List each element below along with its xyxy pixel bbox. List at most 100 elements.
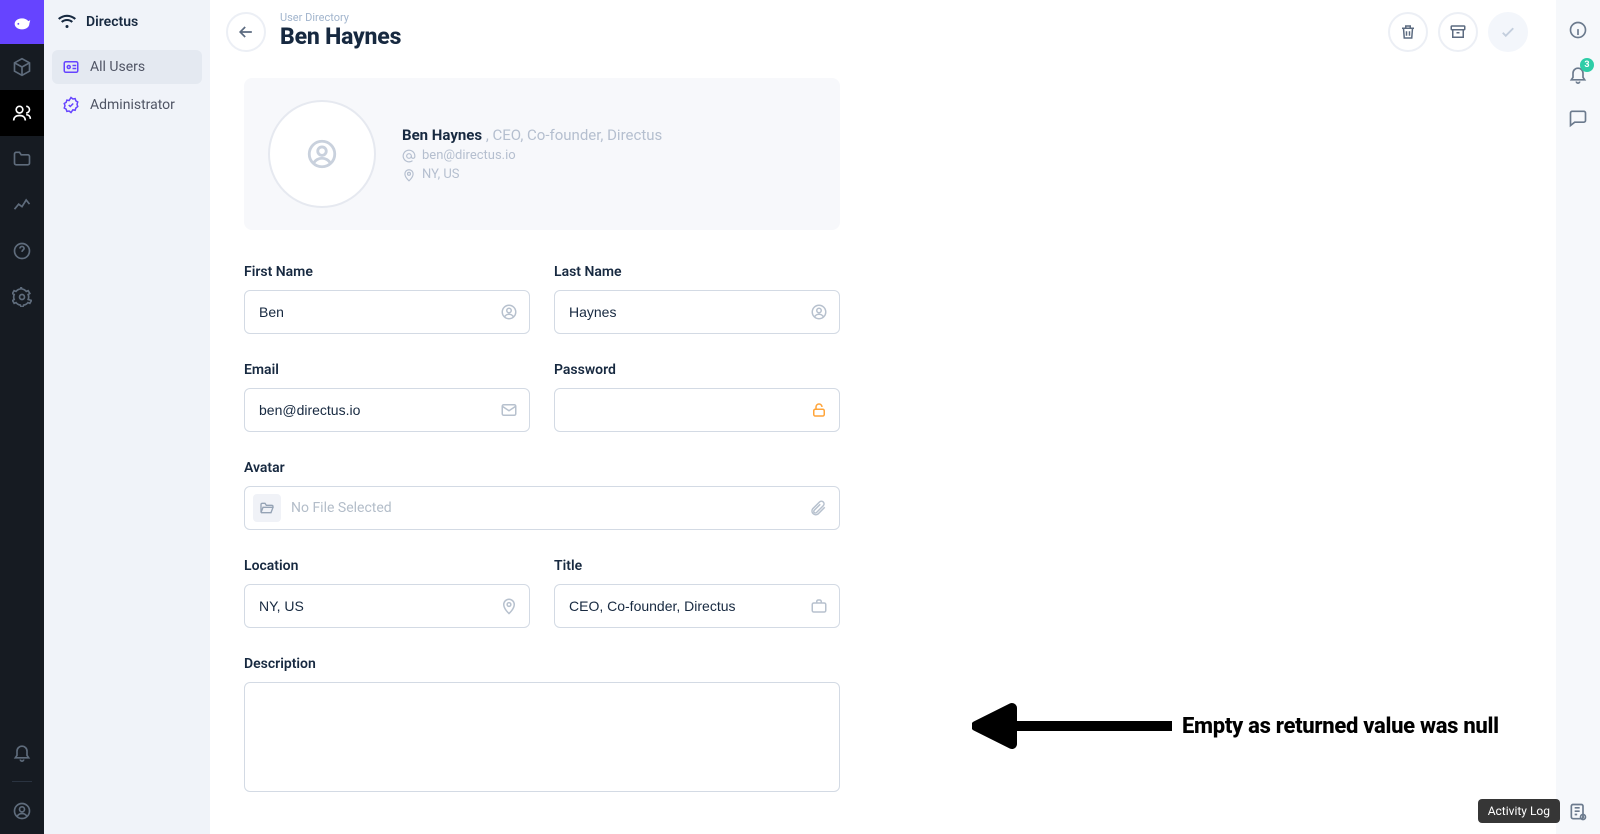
module-notifications[interactable] — [0, 729, 44, 775]
field-title: Title — [554, 558, 840, 628]
save-button — [1488, 12, 1528, 52]
person-icon — [500, 303, 518, 321]
summary-location-row: NY, US — [402, 167, 662, 182]
summary-name-line: Ben Haynes , CEO, Co-founder, Directus — [402, 126, 662, 144]
module-insights[interactable] — [0, 182, 44, 228]
first-name-input[interactable] — [244, 290, 530, 334]
label-description: Description — [244, 656, 840, 672]
brand-label: Directus — [86, 14, 138, 30]
nav-sidebar: Directus All Users Administrator — [44, 0, 210, 834]
comment-icon — [1568, 108, 1588, 128]
nav-item-label: Administrator — [90, 97, 175, 113]
location-input[interactable] — [244, 584, 530, 628]
module-docs[interactable] — [0, 228, 44, 274]
label-location: Location — [244, 558, 530, 574]
field-first-name: First Name — [244, 264, 530, 334]
delete-button[interactable] — [1388, 12, 1428, 52]
divider — [12, 781, 32, 782]
avatar-ring[interactable] — [268, 100, 376, 208]
summary-email: ben@directus.io — [422, 148, 516, 163]
page-title: Ben Haynes — [280, 23, 401, 52]
help-icon — [12, 241, 32, 261]
email-input[interactable] — [244, 388, 530, 432]
badge-icon — [62, 58, 80, 76]
person-icon — [810, 303, 828, 321]
title-input[interactable] — [554, 584, 840, 628]
at-icon — [402, 149, 416, 163]
label-avatar: Avatar — [244, 460, 840, 476]
module-settings[interactable] — [0, 274, 44, 320]
trash-icon — [1399, 23, 1417, 41]
label-first-name: First Name — [244, 264, 530, 280]
insights-icon — [12, 195, 32, 215]
tooltip-activity-log: Activity Log — [1478, 799, 1560, 823]
label-title: Title — [554, 558, 840, 574]
page-header: User Directory Ben Haynes — [210, 0, 1556, 52]
box-icon — [12, 57, 32, 77]
module-content[interactable] — [0, 44, 44, 90]
archive-button[interactable] — [1438, 12, 1478, 52]
pin-icon — [500, 597, 518, 615]
briefcase-icon — [810, 597, 828, 615]
summary-title-suffix: , CEO, Co-founder, Directus — [486, 126, 662, 144]
back-button[interactable] — [226, 12, 266, 52]
paperclip-icon — [809, 499, 827, 517]
util-notifications[interactable]: 3 — [1556, 52, 1600, 96]
nav-header: Directus — [44, 0, 210, 44]
wifi-icon — [58, 13, 76, 31]
main: User Directory Ben Haynes Ben Haynes — [210, 0, 1556, 834]
check-icon — [1499, 23, 1517, 41]
module-rail — [0, 0, 44, 834]
gear-icon — [12, 287, 32, 307]
account-icon — [12, 801, 32, 821]
field-location: Location — [244, 558, 530, 628]
nav-item-all-users[interactable]: All Users — [52, 50, 202, 84]
content: Ben Haynes , CEO, Co-founder, Directus b… — [210, 52, 1556, 792]
util-activity[interactable] — [1556, 790, 1600, 834]
module-users[interactable] — [0, 90, 44, 136]
summary-name: Ben Haynes — [402, 126, 482, 144]
logo[interactable] — [0, 0, 44, 44]
summary-card: Ben Haynes , CEO, Co-founder, Directus b… — [244, 78, 840, 230]
users-icon — [12, 103, 32, 123]
last-name-input[interactable] — [554, 290, 840, 334]
attach-button[interactable] — [809, 499, 827, 517]
field-avatar: Avatar No File Selected — [244, 460, 840, 530]
summary-email-row: ben@directus.io — [402, 148, 662, 163]
avatar-placeholder: No File Selected — [291, 500, 392, 516]
module-account[interactable] — [0, 788, 44, 834]
lock-icon — [810, 401, 828, 419]
field-password: Password — [554, 362, 840, 432]
archive-icon — [1449, 23, 1467, 41]
field-description: Description — [244, 656, 840, 792]
field-last-name: Last Name — [554, 264, 840, 334]
folder-open-icon — [259, 500, 275, 516]
activity-icon — [1568, 802, 1588, 822]
rabbit-icon — [11, 11, 33, 33]
description-input[interactable] — [244, 682, 840, 792]
bell-icon — [12, 742, 32, 762]
util-comments[interactable] — [1556, 96, 1600, 140]
util-info[interactable] — [1556, 8, 1600, 52]
person-icon — [305, 137, 339, 171]
avatar-file-input[interactable]: No File Selected — [244, 486, 840, 530]
label-email: Email — [244, 362, 530, 378]
form: First Name Last Name Email — [244, 264, 840, 792]
field-email: Email — [244, 362, 530, 432]
arrow-left-icon — [236, 22, 256, 42]
util-rail: 3 Activity Log — [1556, 0, 1600, 834]
password-input[interactable] — [554, 388, 840, 432]
notif-badge: 3 — [1580, 58, 1594, 72]
summary-location: NY, US — [422, 167, 460, 182]
open-folder-button[interactable] — [253, 494, 281, 522]
nav-item-label: All Users — [90, 59, 145, 75]
pin-icon — [402, 168, 416, 182]
label-password: Password — [554, 362, 840, 378]
breadcrumb[interactable]: User Directory — [280, 12, 401, 23]
verified-icon — [62, 96, 80, 114]
info-icon — [1568, 20, 1588, 40]
nav-item-administrator[interactable]: Administrator — [52, 88, 202, 122]
folder-icon — [12, 149, 32, 169]
mail-icon — [500, 401, 518, 419]
module-files[interactable] — [0, 136, 44, 182]
